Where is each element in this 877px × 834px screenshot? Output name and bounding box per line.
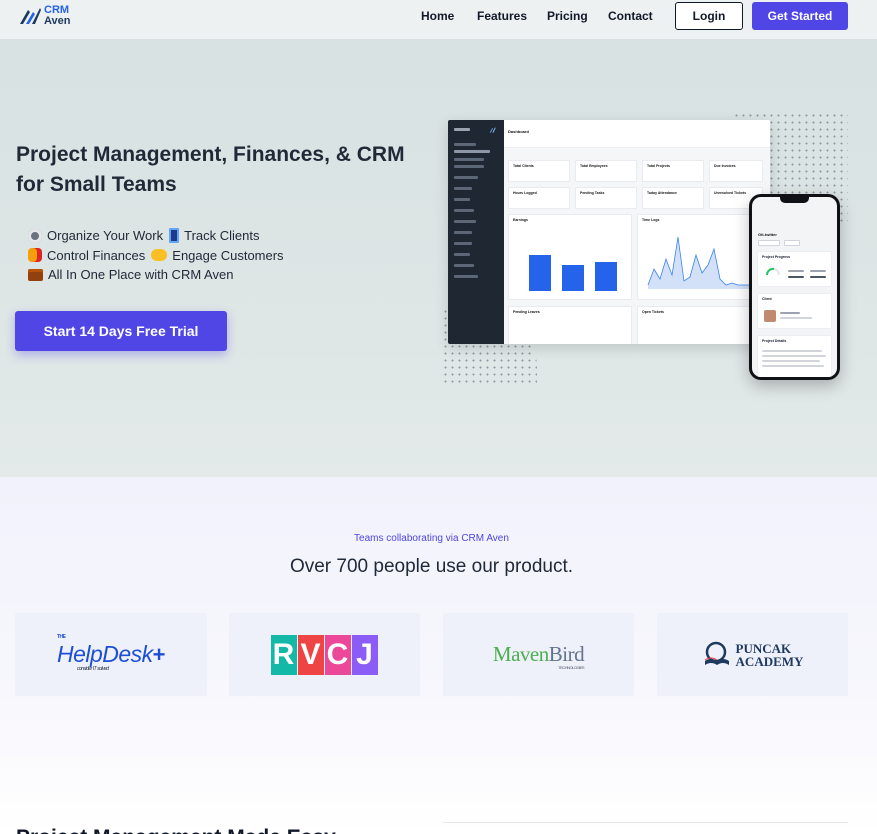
start-free-trial-button[interactable]: Start 14 Days Free Trial: [15, 311, 227, 351]
dashboard-preview-image: Dashboard Total Clients Total Employees …: [448, 120, 770, 344]
logo-mark-icon: [20, 8, 41, 24]
mavenbird-logo: MavenBird TECHNOLOGIES: [492, 642, 585, 670]
client-avatar: [764, 310, 776, 322]
briefcase-icon: [28, 268, 43, 281]
earnings-bar: [595, 262, 617, 291]
dashboard-sidebar: [448, 120, 504, 344]
feature-label: Organize Your Work: [47, 228, 164, 244]
phone-client-card: Client: [757, 293, 832, 329]
stat-card: Today Attendance: [642, 187, 704, 209]
helpdesk-logo: THE HelpDesk+ consider IT solved: [56, 634, 166, 672]
nav-pricing-link[interactable]: Pricing: [547, 9, 588, 23]
logo-text-line2: Aven: [44, 15, 71, 27]
logo-mark-icon: [489, 127, 496, 133]
nav-features-link[interactable]: Features: [477, 9, 527, 23]
stat-card: Due Invoices: [709, 160, 763, 182]
time-logs-line-chart: [647, 236, 750, 289]
helpdesk-logo-card: THE HelpDesk+ consider IT solved: [15, 613, 207, 696]
feature-item: Track Clients: [169, 228, 260, 244]
puncak-line1: PUNCAK: [735, 640, 792, 656]
feature-item: Engage Customers: [151, 247, 284, 263]
section-divider: [443, 822, 848, 823]
feature-item: Organize Your Work: [28, 228, 163, 243]
open-book-icon: [704, 641, 729, 665]
feature-item: Control Finances: [28, 248, 145, 263]
rvcj-logo-card: R V C J: [229, 613, 420, 696]
puncak-line2: ACADEMY: [735, 653, 804, 669]
progress-gauge-icon: [766, 267, 780, 276]
stat-card: Total Clients: [508, 160, 570, 182]
section-kicker: Teams collaborating via CRM Aven: [354, 533, 509, 544]
phone-project-details-card: Project Details: [757, 335, 832, 377]
phone-icon: [169, 228, 180, 244]
crm-aven-logo[interactable]: CRM Aven: [18, 4, 71, 28]
section-title: Over 700 people use our product.: [289, 556, 574, 577]
stat-card: Hours Logged: [508, 187, 570, 209]
pending-leaves-panel: Pending Leaves: [508, 306, 632, 344]
dashboard-title: Dashboard: [508, 129, 529, 134]
social-proof-section: Teams collaborating via CRM Aven Over 70…: [0, 477, 877, 834]
feature-label: Engage Customers: [172, 247, 284, 263]
next-section-heading: Project Management Made Easy: [16, 826, 336, 834]
feature-label: Control Finances: [47, 247, 146, 263]
nav-contact-link[interactable]: Contact: [608, 9, 653, 23]
stat-card: Pending Tasks: [575, 187, 637, 209]
mavenbird-logo-card: MavenBird TECHNOLOGIES: [443, 613, 634, 696]
get-started-button[interactable]: Get Started: [752, 2, 848, 30]
nav-home-link[interactable]: Home: [421, 9, 454, 23]
money-icon: [28, 248, 42, 263]
puncak-academy-logo-card: PUNCAK ACADEMY: [657, 613, 848, 696]
stat-card: Total Projects: [642, 160, 704, 182]
feature-label: All In One Place with CRM Aven: [48, 267, 234, 283]
open-tickets-panel: Open Tickets: [637, 306, 763, 344]
hero-title: Project Management, Finances, & CRM for …: [16, 143, 405, 196]
feature-list: Organize Your Work Track Clients Control…: [28, 226, 290, 285]
puncak-academy-logo: PUNCAK ACADEMY: [702, 640, 804, 669]
phone-project-title: Git-twitter: [758, 232, 777, 237]
handshake-icon: [151, 249, 168, 262]
mobile-app-preview-image: Git-twitter Project Progress Client Proj…: [749, 194, 840, 380]
earnings-chart-panel: Earnings: [508, 214, 632, 300]
login-button[interactable]: Login: [675, 2, 743, 30]
feature-item: All In One Place with CRM Aven: [28, 267, 233, 282]
stat-card: Total Employees: [575, 160, 637, 182]
phone-project-progress-card: Project Progress: [757, 251, 832, 287]
rvcj-logo: R V C J: [270, 634, 379, 675]
earnings-bar: [529, 255, 551, 291]
earnings-bar: [562, 265, 584, 291]
time-logs-chart-panel: Time Logs: [637, 214, 763, 300]
feature-label: Track Clients: [184, 228, 260, 244]
hero-section: Project Management, Finances, & CRM for …: [0, 40, 877, 477]
top-nav-bar: CRM Aven Home Features Pricing Contact L…: [0, 0, 877, 40]
paperclip-icon: [28, 228, 42, 243]
